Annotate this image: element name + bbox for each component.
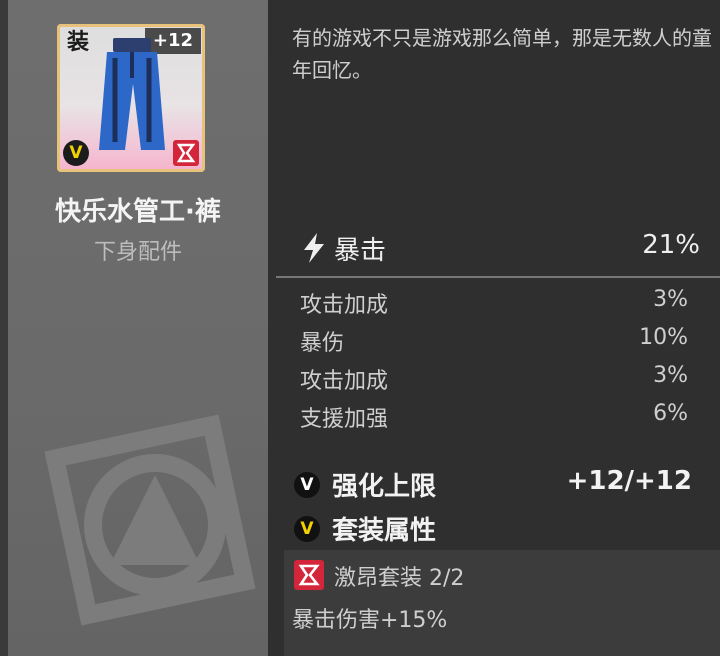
set-bonus-name: 激昂套装 2/2 — [334, 566, 465, 591]
sub-stat-label: 攻击加成 — [300, 293, 389, 318]
sub-stat-value: 10% — [639, 325, 688, 350]
item-name: 快乐水管工·裤 — [55, 197, 221, 227]
main-stat-row: 暴击 21% — [302, 228, 702, 268]
pants-icon — [99, 38, 165, 150]
enhance-limit-label: 强化上限 — [332, 472, 437, 502]
lightning-icon — [304, 233, 324, 263]
enhance-limit-row: V 强化上限 +12/+12 — [294, 466, 694, 506]
set-bonus-effect: 暴击伤害+15% — [292, 608, 448, 633]
sub-stat-label: 支援加强 — [300, 407, 389, 432]
set-emblem-icon — [173, 140, 199, 166]
sub-stat-row: 支援加强 6% — [300, 401, 688, 437]
set-attr-row: V 套装属性 — [294, 510, 694, 550]
set-emblem-icon — [294, 560, 324, 590]
equip-tag: 装 — [66, 30, 89, 55]
main-stat-value: 21% — [642, 230, 700, 260]
panel-edge — [0, 0, 8, 656]
enhance-v-badge: V — [294, 472, 320, 498]
sub-stat-row: 暴伤 10% — [300, 325, 688, 361]
set-bonus-section: 激昂套装 2/2 暴击伤害+15% — [284, 550, 720, 656]
main-stat-label: 暴击 — [334, 236, 387, 266]
stat-divider — [276, 276, 720, 278]
item-card[interactable]: 装 +12 V — [57, 24, 205, 172]
sub-stat-row: 攻击加成 3% — [300, 363, 688, 399]
sub-stat-row: 攻击加成 3% — [300, 287, 688, 323]
rarity-v-badge: V — [63, 140, 89, 166]
set-attr-label: 套装属性 — [332, 516, 437, 546]
sub-stat-value: 3% — [653, 287, 688, 312]
item-detail-panel: 有的游戏不只是游戏那么简单，那是无数人的童年回忆。 暴击 21% 攻击加成 3%… — [268, 0, 720, 656]
sub-stat-value: 6% — [653, 401, 688, 426]
sub-stat-label: 暴伤 — [300, 331, 345, 356]
emblem-watermark-icon — [44, 414, 256, 626]
item-description: 有的游戏不只是游戏那么简单，那是无数人的童年回忆。 — [292, 26, 712, 82]
set-attr-v-badge: V — [294, 516, 320, 542]
item-overview-panel: 装 +12 V 快乐水管工·裤 下身配件 — [0, 0, 268, 656]
sub-stat-value: 3% — [653, 363, 688, 388]
item-type: 下身配件 — [93, 240, 182, 265]
sub-stat-label: 攻击加成 — [300, 369, 389, 394]
enhance-limit-value: +12/+12 — [566, 466, 692, 496]
